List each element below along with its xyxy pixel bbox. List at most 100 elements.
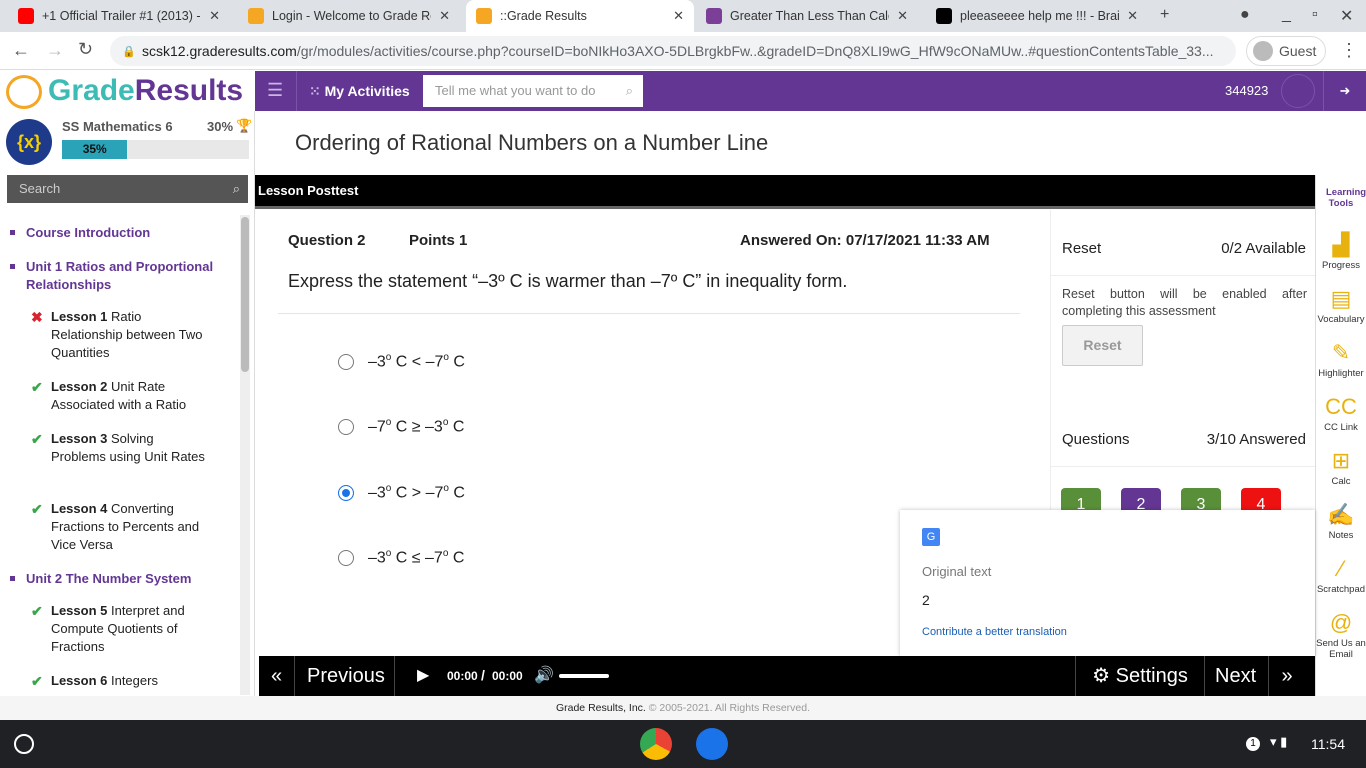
notification-badge[interactable]: 1 — [1246, 737, 1260, 751]
new-tab-icon[interactable]: + — [1160, 6, 1169, 24]
option-operator: C ≤ –7 — [391, 549, 443, 567]
tool-cc-link[interactable]: CC CC Link — [1316, 392, 1366, 433]
os-taskbar: 1 ▾ ▮ 11:54 — [0, 720, 1366, 768]
files-icon[interactable] — [696, 728, 728, 760]
nav-lesson[interactable]: ✔ Lesson 6 Integers — [31, 672, 211, 690]
nav-lesson[interactable]: ✔ Lesson 5 Interpret and Compute Quotient… — [31, 602, 211, 656]
course-icon: {x} — [6, 119, 52, 165]
tool-label: Notes — [1328, 530, 1354, 541]
google-translate-icon: G — [922, 528, 940, 546]
url-field[interactable]: 🔒 scsk12.graderesults.com/gr/modules/acti… — [110, 36, 1236, 66]
nav-unit[interactable]: Course Introduction — [10, 224, 216, 242]
last-icon[interactable]: » — [1269, 656, 1305, 696]
course-search-input[interactable]: Search ⌕ — [7, 175, 248, 203]
nav-lesson[interactable]: ✔ Lesson 4 Converting Fractions to Percen… — [31, 500, 211, 554]
progress-icon: ▟ — [1332, 232, 1350, 257]
wifi-battery-icon[interactable]: ▾ ▮ — [1270, 734, 1287, 750]
nav-lesson[interactable]: ✔ Lesson 2 Unit Rate Associated with a Ra… — [31, 378, 211, 414]
back-icon[interactable]: ← — [12, 40, 30, 61]
menu-icon[interactable]: ⋮ — [1340, 40, 1358, 61]
question-button[interactable]: 2 — [1121, 488, 1161, 510]
option-term: –3 — [368, 549, 386, 567]
tool-notes[interactable]: ✍ Notes — [1316, 500, 1366, 541]
option-operator: C > –7 — [391, 484, 444, 502]
tool-vocabulary[interactable]: ▤ Vocabulary — [1316, 284, 1366, 325]
scrollbar-thumb[interactable] — [241, 217, 249, 372]
answered-on: Answered On: 07/17/2021 11:33 AM — [740, 232, 990, 249]
next-button[interactable]: Next — [1205, 656, 1269, 696]
user-avatar-icon[interactable] — [1281, 74, 1315, 108]
tool-calc[interactable]: ⊞ Calc — [1316, 446, 1366, 487]
reload-icon[interactable]: ↻ — [78, 39, 93, 60]
tab-title: +1 Official Trailer #1 (2013) - R — [42, 9, 202, 23]
radio-button[interactable] — [338, 484, 354, 501]
forward-icon[interactable]: → — [46, 40, 64, 61]
browser-tab[interactable]: Login - Welcome to Grade Resu ✕ — [238, 0, 460, 32]
contribute-translation-link[interactable]: Contribute a better translation — [922, 626, 1067, 638]
clock[interactable]: 11:54 — [1311, 736, 1345, 752]
lesson-number: Lesson 2 — [51, 379, 108, 394]
radio-button[interactable] — [338, 353, 354, 370]
tab-search-icon[interactable]: ● — [1240, 6, 1250, 24]
browser-tab[interactable]: +1 Official Trailer #1 (2013) - R ✕ — [8, 0, 230, 32]
footer-company: Grade Results, Inc. — [555, 702, 646, 714]
tool-highlighter[interactable]: ✎ Highlighter — [1316, 338, 1366, 379]
volume-icon[interactable]: 🔊 — [534, 656, 554, 696]
chrome-icon[interactable] — [640, 728, 672, 760]
option-label: –7o C ≥ –3o C — [368, 417, 464, 436]
tool-label: Progress — [1321, 260, 1360, 271]
course-name: SS Mathematics 6 — [62, 119, 173, 134]
profile-button[interactable]: Guest — [1246, 36, 1326, 66]
launcher-icon[interactable] — [14, 734, 34, 754]
reset-button[interactable]: Reset — [1062, 325, 1143, 366]
close-tab-icon[interactable]: ✕ — [897, 8, 908, 24]
play-icon[interactable]: ▶ — [417, 656, 429, 696]
radio-button[interactable] — [338, 549, 354, 566]
browser-tab[interactable]: pleeaseeee help me !!! - Brainly ✕ — [926, 0, 1148, 32]
my-activities-button[interactable]: ⁙ My Activities — [296, 71, 410, 111]
site-search-placeholder: Tell me what you want to do — [435, 83, 596, 98]
logout-icon[interactable]: ➜ — [1323, 71, 1366, 111]
check-icon: ✔ — [31, 501, 43, 517]
close-window-icon[interactable]: ✕ — [1340, 6, 1353, 26]
grade-results-logo[interactable]: GradeResults — [0, 71, 255, 111]
sidebar-scrollbar[interactable] — [240, 215, 250, 695]
tab-title: Login - Welcome to Grade Resu — [272, 9, 431, 23]
search-icon[interactable]: ⌕ — [233, 175, 240, 203]
settings-button[interactable]: ⚙ Settings — [1075, 656, 1205, 696]
nav-lesson[interactable]: ✔ Lesson 3 Solving Problems using Unit Ra… — [31, 430, 211, 466]
tool-scratchpad[interactable]: ⁄ Scratchpad — [1316, 554, 1366, 595]
site-search-input[interactable]: Tell me what you want to do ⌕ — [423, 75, 643, 107]
nav-unit[interactable]: Unit 1 Ratios and Proportional Relations… — [10, 258, 216, 294]
volume-slider[interactable] — [559, 674, 609, 678]
answer-option[interactable]: –3o C ≤ –7o C — [338, 548, 464, 567]
search-icon[interactable]: ⌕ — [626, 75, 633, 107]
answer-option[interactable]: –7o C ≥ –3o C — [338, 417, 464, 436]
answer-option[interactable]: –3o C > –7o C — [338, 483, 465, 502]
minimize-icon[interactable]: _ — [1282, 6, 1291, 24]
check-icon: ✔ — [31, 603, 43, 619]
first-icon[interactable]: « — [259, 656, 295, 696]
radio-button[interactable] — [338, 418, 354, 435]
question-button[interactable]: 4 — [1241, 488, 1281, 510]
close-tab-icon[interactable]: ✕ — [209, 8, 220, 24]
nav-unit[interactable]: Unit 2 The Number System — [10, 570, 216, 588]
close-tab-icon[interactable]: ✕ — [1127, 8, 1138, 24]
reset-note: Reset button will be enabled after compl… — [1062, 287, 1307, 318]
nav-lesson[interactable]: ✖ Lesson 1 Ratio Relationship between Two… — [31, 308, 211, 362]
close-tab-icon[interactable]: ✕ — [439, 8, 450, 24]
question-button[interactable]: 1 — [1061, 488, 1101, 510]
current-time: 00:00 — [447, 669, 478, 683]
browser-tab[interactable]: Greater Than Less Than Calcul ✕ — [696, 0, 918, 32]
hamburger-icon[interactable]: ☰ — [267, 80, 283, 101]
grid-icon: ⁙ — [309, 83, 325, 99]
tool-progress[interactable]: ▟ Progress — [1316, 230, 1366, 271]
answer-option[interactable]: –3o C < –7o C — [338, 352, 465, 371]
tab-title: Greater Than Less Than Calcul — [730, 9, 890, 23]
close-tab-icon[interactable]: ✕ — [673, 8, 684, 24]
browser-tab[interactable]: ::Grade Results ✕ — [466, 0, 694, 32]
question-button[interactable]: 3 — [1181, 488, 1221, 510]
tool-send-us-an-email[interactable]: @ Send Us an Email — [1316, 608, 1366, 660]
previous-button[interactable]: Previous — [295, 656, 395, 696]
restore-icon[interactable]: ▫ — [1312, 6, 1318, 24]
